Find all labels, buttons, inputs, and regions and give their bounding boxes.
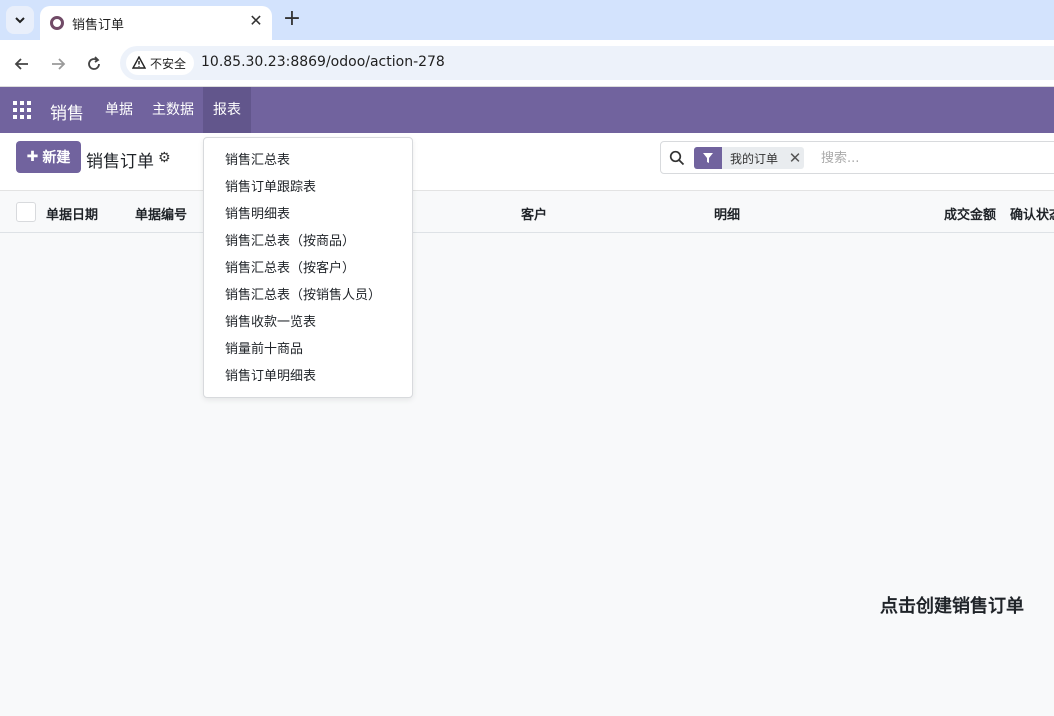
- app-navbar: 销售 单据 主数据 报表: [0, 87, 1054, 133]
- dropdown-item-summary-by-product[interactable]: 销售汇总表（按商品）: [204, 228, 412, 255]
- browser-tab-bar: 销售订单 ✕ +: [0, 0, 1054, 40]
- new-button-label: 新建: [42, 150, 71, 166]
- search-input[interactable]: [821, 148, 1054, 168]
- column-header-amount[interactable]: 成交金额: [944, 204, 996, 223]
- column-header-detail[interactable]: 明细: [714, 204, 740, 223]
- omnibox[interactable]: 不安全 10.85.30.23:8869/odoo/action-278: [120, 46, 1054, 80]
- address-bar-row: 不安全 10.85.30.23:8869/odoo/action-278: [0, 40, 1054, 87]
- apps-grid-icon[interactable]: [13, 101, 31, 119]
- back-button[interactable]: [10, 52, 34, 76]
- forward-button[interactable]: [46, 52, 70, 76]
- dropdown-item-order-tracking[interactable]: 销售订单跟踪表: [204, 174, 412, 201]
- menu-master-data[interactable]: 主数据: [142, 87, 204, 133]
- page-title: 销售订单: [86, 152, 154, 172]
- warning-triangle-icon: [132, 56, 146, 69]
- list-header: 单据日期 单据编号 客户 明细 成交金额 确认状态: [0, 191, 1054, 233]
- browser-tab[interactable]: 销售订单 ✕: [40, 6, 272, 40]
- dropdown-item-order-line-detail[interactable]: 销售订单明细表: [204, 363, 412, 390]
- column-header-status[interactable]: 确认状态: [1010, 204, 1054, 223]
- chevron-down-icon: [15, 17, 25, 24]
- facet-label: 我的订单: [730, 151, 779, 166]
- reload-icon: [88, 56, 100, 70]
- reports-dropdown: 销售汇总表 销售订单跟踪表 销售明细表 销售汇总表（按商品） 销售汇总表（按客户…: [203, 137, 413, 398]
- dropdown-item-summary-by-salesperson[interactable]: 销售汇总表（按销售人员）: [204, 282, 412, 309]
- dropdown-item-top-ten-products[interactable]: 销量前十商品: [204, 336, 412, 363]
- dropdown-item-sales-summary[interactable]: 销售汇总表: [204, 147, 412, 174]
- control-panel: ✚ 新建 销售订单 ⚙ 我的订单 ✕: [0, 133, 1054, 191]
- filter-icon: [694, 147, 722, 169]
- remove-facet-icon[interactable]: ✕: [786, 149, 804, 167]
- search-bar: 我的订单 ✕: [660, 141, 1054, 174]
- arrow-right-icon: [52, 58, 66, 70]
- plus-icon: ✚: [26, 149, 39, 165]
- column-header-customer[interactable]: 客户: [521, 204, 547, 223]
- arrow-left-icon: [14, 58, 28, 70]
- reload-button[interactable]: [82, 52, 106, 76]
- dropdown-item-sales-detail[interactable]: 销售明细表: [204, 201, 412, 228]
- search-icon[interactable]: [669, 150, 685, 166]
- close-tab-icon[interactable]: ✕: [246, 11, 266, 31]
- url-text[interactable]: 10.85.30.23:8869/odoo/action-278: [201, 54, 445, 70]
- menu-reports[interactable]: 报表: [203, 87, 251, 133]
- menu-documents[interactable]: 单据: [95, 87, 143, 133]
- dropdown-item-summary-by-customer[interactable]: 销售汇总表（按客户）: [204, 255, 412, 282]
- app-brand[interactable]: 销售: [50, 99, 84, 124]
- gear-icon[interactable]: ⚙: [158, 150, 174, 166]
- select-all-checkbox[interactable]: [16, 202, 36, 222]
- tab-title: 销售订单: [72, 18, 125, 33]
- tab-search-button[interactable]: [6, 6, 34, 34]
- new-button[interactable]: ✚ 新建: [16, 141, 81, 173]
- column-header-date[interactable]: 单据日期: [46, 204, 98, 223]
- security-indicator[interactable]: 不安全: [126, 51, 195, 75]
- empty-state-hint: 点击创建销售订单: [880, 596, 1024, 617]
- column-header-number[interactable]: 单据编号: [135, 204, 187, 223]
- odoo-favicon-icon: [50, 16, 64, 30]
- search-facet: 我的订单 ✕: [694, 147, 805, 169]
- security-label: 不安全: [150, 56, 187, 71]
- new-tab-plus-icon[interactable]: +: [280, 8, 304, 32]
- dropdown-item-receipts-overview[interactable]: 销售收款一览表: [204, 309, 412, 336]
